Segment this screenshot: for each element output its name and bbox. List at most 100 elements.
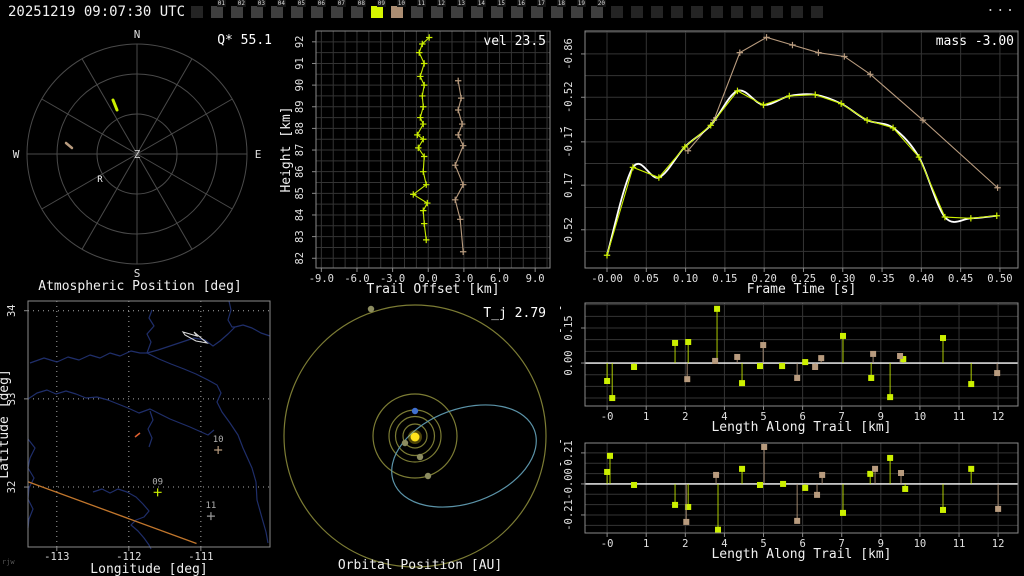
q-value: Q* 55.1: [217, 33, 272, 48]
frame-number: 04: [276, 0, 286, 7]
frame-box-19[interactable]: 19: [570, 0, 590, 24]
frame-box-fill: [791, 6, 803, 18]
frame-box-blank[interactable]: [710, 0, 730, 24]
frame-box-blank[interactable]: [690, 0, 710, 24]
frame-box-13[interactable]: 13: [450, 0, 470, 24]
frame-box-01[interactable]: 01: [210, 0, 230, 24]
svg-text:-0: -0: [601, 538, 614, 550]
svg-text:83: 83: [294, 230, 306, 243]
light-curve-chart: -0.00 0.05 0.10 0.15 0.20 0.25 0.30 0.35 0.40 0.4…: [560, 30, 1019, 296]
frame-box-07[interactable]: 07: [330, 0, 350, 24]
frame-number: 19: [576, 0, 586, 7]
svg-text:0.10: 0.10: [673, 273, 698, 285]
plot-frame: [315, 30, 551, 269]
frame-box-fill: [211, 6, 223, 18]
frame-box-fill: [491, 6, 503, 18]
svg-text:1: 1: [643, 411, 649, 423]
x-axis-label: Longitude [deg]: [90, 562, 207, 576]
frame-box-blank[interactable]: [790, 0, 810, 24]
frame-box-blank[interactable]: [610, 0, 630, 24]
svg-text:87: 87: [294, 144, 306, 157]
frame-box-blank[interactable]: [750, 0, 770, 24]
frame-box-blank[interactable]: [190, 0, 210, 24]
compass-west: W: [13, 148, 20, 161]
frame-box-fill: [611, 6, 623, 18]
light_curve-grid: [585, 31, 1018, 268]
panel-title: Orbital Position [AU]: [338, 558, 502, 573]
x-axis-label: Length Along Trail [km]: [711, 547, 891, 562]
svg-text:-0.17: -0.17: [563, 126, 575, 158]
compass-east: E: [255, 148, 262, 161]
trajectory-arrow: [181, 331, 209, 344]
overflow-menu[interactable]: ...: [987, 0, 1016, 15]
meteor-ground-mark: [134, 432, 141, 438]
tisserand-value: T_j 2.79: [483, 306, 546, 321]
frame-box-blank[interactable]: [730, 0, 750, 24]
frame-box-09[interactable]: 09: [370, 0, 390, 24]
svg-text:32: 32: [6, 481, 18, 494]
x-axis-label: Trail Offset [km]: [366, 282, 499, 296]
frame-box-15[interactable]: 15: [490, 0, 510, 24]
frame-box-blank[interactable]: [630, 0, 650, 24]
svg-text:84: 84: [294, 209, 306, 222]
frame-box-03[interactable]: 03: [250, 0, 270, 24]
frame-box-blank[interactable]: [810, 0, 830, 24]
frame-number: 17: [536, 0, 546, 7]
svg-text:82: 82: [294, 252, 306, 265]
frame-box-05[interactable]: 05: [290, 0, 310, 24]
frame-box-fill: [291, 6, 303, 18]
meteor-streak-10: [64, 141, 74, 150]
frame-box-10[interactable]: 10: [390, 0, 410, 24]
frame-box-14[interactable]: 14: [470, 0, 490, 24]
frame-box-18[interactable]: 18: [550, 0, 570, 24]
station-10-label: 10: [213, 435, 224, 445]
utc-timestamp: 20251219 09:07:30 UTC: [8, 4, 186, 20]
venus-marker: [416, 453, 424, 461]
height_profile-grid: [316, 30, 550, 268]
plot-frame: [584, 30, 1019, 269]
frame-box-12[interactable]: 12: [430, 0, 450, 24]
frame-box-fill: [451, 6, 463, 18]
svg-text:-0.00: -0.00: [563, 468, 575, 500]
meteor-streak-09: [111, 98, 119, 112]
frame-box-11[interactable]: 11: [410, 0, 430, 24]
svg-text:11: 11: [953, 538, 966, 550]
frame-box-fill: [691, 6, 703, 18]
frame-box-06[interactable]: 06: [310, 0, 330, 24]
frame-box-fill: [231, 6, 243, 18]
frame-box-fill: [751, 6, 763, 18]
frame-box-17[interactable]: 17: [530, 0, 550, 24]
svg-text:86: 86: [294, 165, 306, 178]
svg-text:0.50: 0.50: [987, 273, 1012, 285]
svg-text:2: 2: [682, 538, 688, 550]
svg-text:-0.00: -0.00: [591, 273, 623, 285]
light-curve-panel: -0.00 0.05 0.10 0.15 0.20 0.25 0.30 0.35 0.40 0.4…: [560, 24, 1024, 296]
map-axis-labels: -113 -112 -111343332Longitude [deg]Latitud…: [0, 304, 214, 576]
ground-track-map-chart: 091011-113 -112 -111343332Longitude [deg]L…: [0, 300, 271, 576]
svg-text:10: 10: [914, 538, 927, 550]
frame-box-04[interactable]: 04: [270, 0, 290, 24]
y-axis-label: Horz Res [km]: [560, 304, 563, 406]
frame-box-blank[interactable]: [770, 0, 790, 24]
radiant-label: R: [97, 175, 103, 185]
svg-text:0.21: 0.21: [563, 440, 575, 465]
svg-text:-0.21: -0.21: [563, 499, 575, 531]
frame-box-blank[interactable]: [650, 0, 670, 24]
frame-box-16[interactable]: 16: [510, 0, 530, 24]
vert_residuals-series-station-09: [604, 452, 975, 533]
frame-box-fill: [431, 6, 443, 18]
svg-text:0.05: 0.05: [634, 273, 659, 285]
svg-text:85: 85: [294, 187, 306, 200]
frame-box-blank[interactable]: [670, 0, 690, 24]
frame-box-fill: [531, 6, 543, 18]
frame-box-fill: [391, 6, 403, 18]
frame-box-fill: [311, 6, 323, 18]
frame-box-02[interactable]: 02: [230, 0, 250, 24]
light_curve-corner-value: mass -3.00: [936, 34, 1014, 49]
svg-text:34: 34: [6, 304, 18, 317]
ground-track-map-panel: 09 10 11 -113 -112 -111 34 33 32 Longitude [deg] L…: [0, 296, 280, 576]
frame-box-20[interactable]: 20: [590, 0, 610, 24]
frame-number: 09: [376, 0, 386, 7]
height_profile-series-station-09: [410, 34, 433, 244]
frame-box-08[interactable]: 08: [350, 0, 370, 24]
